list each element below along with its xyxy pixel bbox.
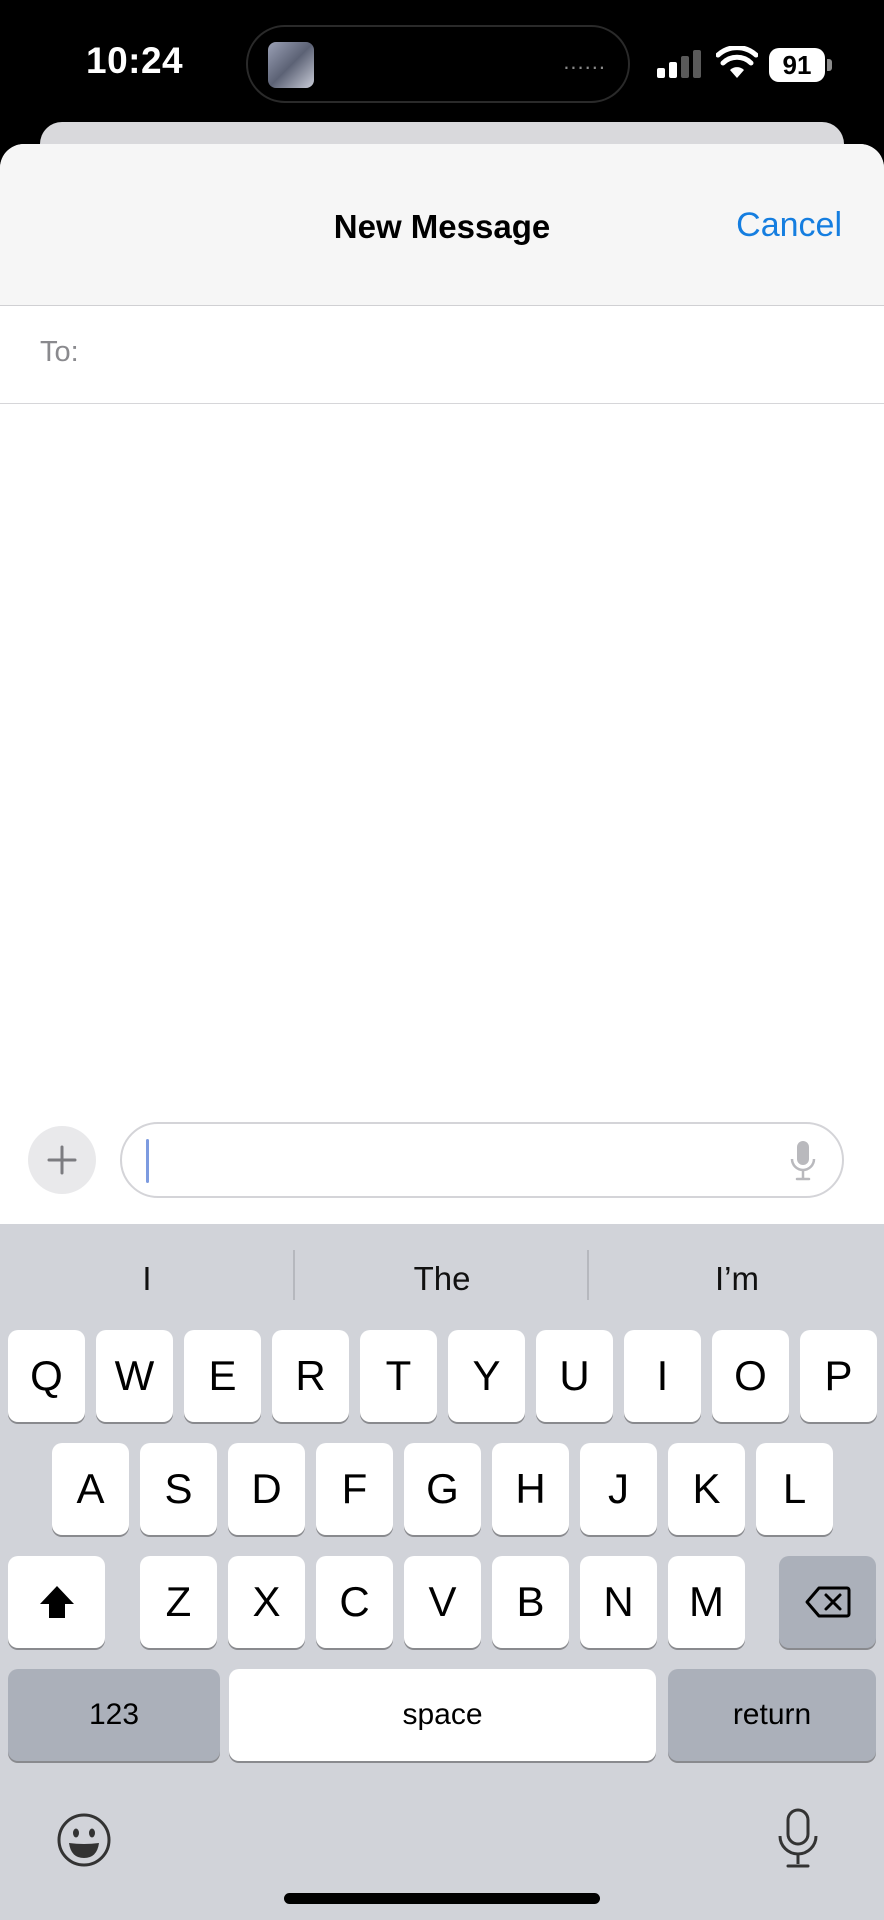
now-playing-thumbnail[interactable] xyxy=(268,42,314,88)
backspace-icon xyxy=(805,1586,851,1618)
battery-icon: 91 xyxy=(769,48,833,82)
key-d[interactable]: D xyxy=(228,1443,305,1535)
shift-key[interactable] xyxy=(8,1556,105,1648)
suggestion-1[interactable]: I xyxy=(0,1260,294,1298)
numbers-key[interactable]: 123 xyxy=(8,1669,220,1761)
sheet-header: New Message Cancel xyxy=(0,144,884,306)
key-c[interactable]: C xyxy=(316,1556,393,1648)
plus-icon xyxy=(47,1145,77,1175)
to-label: To: xyxy=(40,336,79,368)
key-g[interactable]: G xyxy=(404,1443,481,1535)
status-time: 10:24 xyxy=(86,40,184,81)
key-f[interactable]: F xyxy=(316,1443,393,1535)
wifi-icon xyxy=(716,46,758,78)
keyboard: I The I’m Q W E R T Y U I O P A S D F G … xyxy=(0,1224,884,1920)
key-z[interactable]: Z xyxy=(140,1556,217,1648)
delete-key[interactable] xyxy=(779,1556,876,1648)
cancel-button[interactable]: Cancel xyxy=(736,206,842,245)
suggestion-divider xyxy=(587,1250,589,1300)
key-w[interactable]: W xyxy=(96,1330,173,1422)
key-a[interactable]: A xyxy=(52,1443,129,1535)
recipient-input[interactable] xyxy=(100,324,840,384)
cellular-signal-icon xyxy=(657,50,701,78)
battery-cap xyxy=(827,59,832,71)
shift-arrow-icon xyxy=(40,1586,74,1618)
recipient-row[interactable]: To: xyxy=(0,306,884,404)
battery-level: 91 xyxy=(769,48,825,82)
key-e[interactable]: E xyxy=(184,1330,261,1422)
key-r[interactable]: R xyxy=(272,1330,349,1422)
key-b[interactable]: B xyxy=(492,1556,569,1648)
key-y[interactable]: Y xyxy=(448,1330,525,1422)
key-i[interactable]: I xyxy=(624,1330,701,1422)
status-bar: 10:24 ...... 91 xyxy=(0,0,884,130)
key-o[interactable]: O xyxy=(712,1330,789,1422)
space-key[interactable]: space xyxy=(229,1669,656,1761)
keyboard-dictation-mic-icon[interactable] xyxy=(776,1808,820,1870)
emoji-icon[interactable] xyxy=(56,1812,112,1868)
key-u[interactable]: U xyxy=(536,1330,613,1422)
key-h[interactable]: H xyxy=(492,1443,569,1535)
message-input[interactable] xyxy=(120,1122,844,1198)
apps-plus-button[interactable] xyxy=(28,1126,96,1194)
key-t[interactable]: T xyxy=(360,1330,437,1422)
text-cursor xyxy=(146,1139,149,1183)
return-key[interactable]: return xyxy=(668,1669,876,1761)
suggestion-2[interactable]: The xyxy=(295,1260,589,1298)
dictation-mic-icon[interactable] xyxy=(790,1140,816,1182)
key-s[interactable]: S xyxy=(140,1443,217,1535)
suggestion-3[interactable]: I’m xyxy=(590,1260,884,1298)
key-k[interactable]: K xyxy=(668,1443,745,1535)
key-n[interactable]: N xyxy=(580,1556,657,1648)
home-indicator[interactable] xyxy=(284,1893,600,1904)
key-m[interactable]: M xyxy=(668,1556,745,1648)
island-activity-dots: ...... xyxy=(563,49,606,74)
key-v[interactable]: V xyxy=(404,1556,481,1648)
key-x[interactable]: X xyxy=(228,1556,305,1648)
key-l[interactable]: L xyxy=(756,1443,833,1535)
key-p[interactable]: P xyxy=(800,1330,877,1422)
key-q[interactable]: Q xyxy=(8,1330,85,1422)
dynamic-island[interactable]: ...... xyxy=(246,25,630,103)
key-j[interactable]: J xyxy=(580,1443,657,1535)
